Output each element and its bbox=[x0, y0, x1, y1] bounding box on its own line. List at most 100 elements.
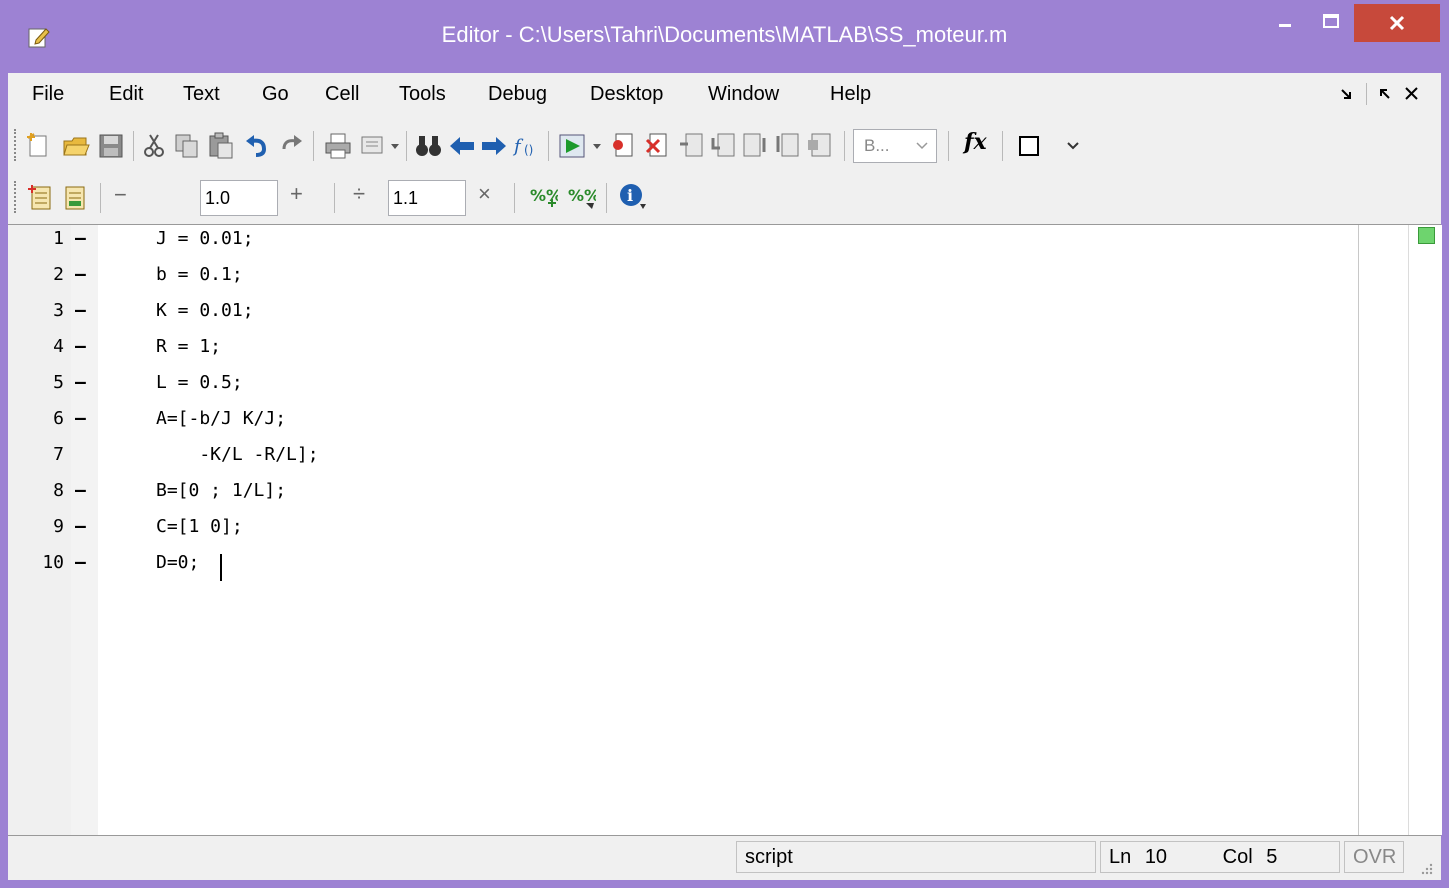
line-number: 9 bbox=[53, 516, 64, 537]
code-line[interactable]: 4 — R = 1; bbox=[8, 336, 1358, 372]
editor-client-area: File Edit Text Go Cell Tools Debug Deskt… bbox=[8, 73, 1442, 880]
undo-icon[interactable] bbox=[244, 133, 270, 159]
code-editor[interactable]: 1 — J = 0.01; 2 — b = 0.1; 3 — K = 0.01; 4 — R =… bbox=[8, 224, 1442, 836]
menu-bar: File Edit Text Go Cell Tools Debug Deskt… bbox=[8, 73, 1441, 115]
stack-dropdown[interactable]: B... bbox=[853, 129, 937, 163]
evaluate-cell-advance-icon[interactable]: %% bbox=[566, 183, 596, 211]
code-line[interactable]: 9 — C=[1 0]; bbox=[8, 516, 1358, 552]
code-line[interactable]: 2 — b = 0.1; bbox=[8, 264, 1358, 300]
code-text: C=[1 0]; bbox=[156, 516, 243, 537]
help-info-icon[interactable]: i bbox=[618, 182, 648, 212]
breakpoint-marker[interactable]: — bbox=[75, 516, 86, 537]
text-caret bbox=[220, 554, 222, 581]
divide-button[interactable]: ÷ bbox=[353, 181, 365, 207]
breakpoint-marker[interactable]: — bbox=[75, 300, 86, 321]
save-icon[interactable] bbox=[98, 133, 124, 159]
column-value: 5 bbox=[1266, 846, 1278, 868]
line-number: 1 bbox=[53, 228, 64, 249]
cell-toolbar: − 1.0 + ÷ 1.1 × %% %% i bbox=[8, 173, 1441, 223]
menu-file[interactable]: File bbox=[32, 83, 64, 106]
paste-icon[interactable] bbox=[208, 132, 234, 160]
menu-cell[interactable]: Cell bbox=[325, 83, 359, 106]
multiply-value-field[interactable]: 1.1 bbox=[388, 180, 466, 216]
insert-cell-divider-icon[interactable] bbox=[26, 183, 54, 211]
clear-breakpoints-icon[interactable] bbox=[644, 132, 670, 160]
breakpoint-marker[interactable]: — bbox=[75, 408, 86, 429]
insert-cell-title-icon[interactable] bbox=[60, 183, 88, 211]
menu-edit[interactable]: Edit bbox=[109, 83, 143, 106]
editor-window: Editor - C:\Users\Tahri\Documents\MATLAB… bbox=[0, 0, 1449, 888]
breakpoint-marker[interactable]: — bbox=[75, 552, 86, 573]
open-folder-icon[interactable] bbox=[62, 133, 90, 159]
function-browser-icon[interactable]: f() bbox=[512, 132, 542, 160]
menu-tools[interactable]: Tools bbox=[399, 83, 446, 106]
step-in-icon[interactable] bbox=[710, 132, 736, 160]
find-binoculars-icon[interactable] bbox=[414, 133, 444, 159]
breakpoint-marker[interactable]: — bbox=[75, 264, 86, 285]
minimize-button[interactable] bbox=[1262, 4, 1308, 42]
code-line[interactable]: 8 — B=[0 ; 1/L]; bbox=[8, 480, 1358, 516]
breakpoint-marker[interactable]: — bbox=[75, 480, 86, 501]
code-text: L = 0.5; bbox=[156, 372, 243, 393]
code-line[interactable]: 7 -K/L -R/L]; bbox=[8, 444, 1358, 480]
undock-icon[interactable] bbox=[1376, 85, 1394, 103]
forward-arrow-icon[interactable] bbox=[480, 135, 508, 157]
decrement-button[interactable]: − bbox=[114, 182, 127, 208]
step-icon[interactable] bbox=[678, 132, 704, 160]
menu-go[interactable]: Go bbox=[262, 83, 289, 106]
vertical-scrollbar[interactable] bbox=[1408, 225, 1442, 835]
line-number: 8 bbox=[53, 480, 64, 501]
code-line[interactable]: 5 — L = 0.5; bbox=[8, 372, 1358, 408]
code-line[interactable]: 6 — A=[-b/J K/J; bbox=[8, 408, 1358, 444]
status-cursor-position: Ln 10 Col 5 bbox=[1100, 841, 1340, 873]
increment-button[interactable]: + bbox=[290, 181, 303, 207]
code-line[interactable]: 1 — J = 0.01; bbox=[8, 228, 1358, 264]
menu-desktop[interactable]: Desktop bbox=[590, 83, 663, 106]
menu-window[interactable]: Window bbox=[708, 83, 779, 106]
run-icon[interactable] bbox=[558, 132, 588, 160]
line-number: 3 bbox=[53, 300, 64, 321]
title-bar[interactable]: Editor - C:\Users\Tahri\Documents\MATLAB… bbox=[0, 0, 1449, 73]
svg-text:(): () bbox=[524, 143, 533, 157]
line-number: 7 bbox=[53, 444, 64, 465]
continue-icon[interactable] bbox=[774, 132, 800, 160]
copy-icon[interactable] bbox=[174, 133, 200, 159]
dock-icon[interactable] bbox=[1338, 85, 1356, 103]
menu-debug[interactable]: Debug bbox=[488, 83, 547, 106]
window-layout-dropdown[interactable] bbox=[1012, 129, 1092, 163]
toolbar-grip[interactable] bbox=[14, 181, 19, 213]
right-text-limit-line bbox=[1358, 225, 1359, 835]
close-doc-icon[interactable] bbox=[1403, 85, 1421, 103]
code-line[interactable]: 3 — K = 0.01; bbox=[8, 300, 1358, 336]
breakpoint-marker[interactable]: — bbox=[75, 336, 86, 357]
breakpoint-marker[interactable]: — bbox=[75, 228, 86, 249]
breakpoint-marker[interactable]: — bbox=[75, 372, 86, 393]
redo-icon[interactable] bbox=[278, 133, 304, 159]
print-icon[interactable] bbox=[324, 132, 352, 160]
svg-text:%%: %% bbox=[568, 186, 596, 205]
chevron-down-icon[interactable] bbox=[390, 143, 400, 151]
multiply-button[interactable]: × bbox=[478, 181, 491, 207]
new-file-icon[interactable] bbox=[26, 132, 52, 160]
resize-grip-icon[interactable] bbox=[1418, 860, 1434, 876]
close-button[interactable] bbox=[1354, 4, 1440, 42]
print-selection-icon[interactable] bbox=[358, 133, 388, 159]
set-breakpoint-icon[interactable] bbox=[610, 132, 636, 160]
menu-text[interactable]: Text bbox=[183, 83, 220, 106]
run-dropdown-icon[interactable] bbox=[592, 143, 602, 151]
fx-button[interactable]: fx bbox=[964, 129, 987, 155]
cut-icon[interactable] bbox=[142, 133, 166, 159]
evaluate-cell-icon[interactable]: %% bbox=[528, 183, 558, 211]
step-out-icon[interactable] bbox=[742, 132, 768, 160]
code-analyzer-status-indicator[interactable] bbox=[1418, 227, 1435, 244]
code-text: b = 0.1; bbox=[156, 264, 243, 285]
exit-debug-icon[interactable] bbox=[806, 132, 834, 160]
code-line[interactable]: 10 — D=0; bbox=[8, 552, 1358, 588]
window-layout-icon bbox=[1019, 136, 1079, 156]
maximize-button[interactable] bbox=[1308, 4, 1354, 42]
menu-help[interactable]: Help bbox=[830, 83, 871, 106]
back-arrow-icon[interactable] bbox=[448, 135, 476, 157]
toolbar-grip[interactable] bbox=[14, 129, 19, 161]
decrement-value-field[interactable]: 1.0 bbox=[200, 180, 278, 216]
line-value: 10 bbox=[1144, 846, 1168, 868]
